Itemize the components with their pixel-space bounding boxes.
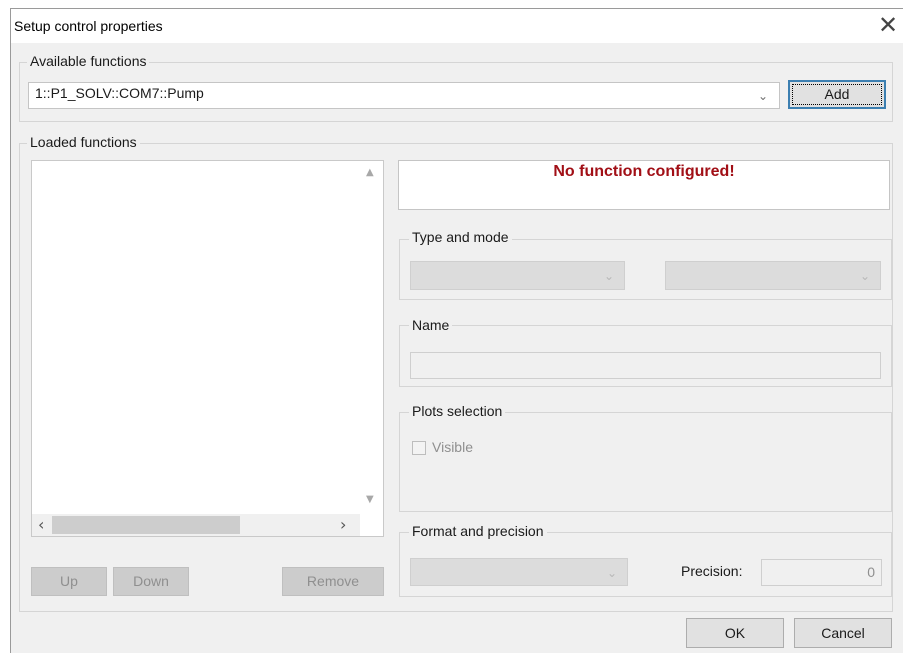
precision-label: Precision: [681,563,743,579]
scroll-left-icon[interactable]: ‹ [38,515,44,534]
precision-value: 0 [867,564,875,580]
close-icon[interactable]: ✕ [876,13,900,38]
format-precision-legend: Format and precision [409,523,547,539]
cancel-button[interactable]: Cancel [794,618,892,648]
format-select[interactable]: ⌄ [410,558,628,586]
chevron-down-icon: ⌄ [859,269,871,283]
ok-button[interactable]: OK [686,618,784,648]
loaded-functions-list[interactable] [31,160,384,537]
visible-label: Visible [432,439,473,455]
type-mode-legend: Type and mode [409,229,512,245]
name-legend: Name [409,317,453,333]
chevron-down-icon: ⌄ [606,566,618,580]
available-functions-legend: Available functions [27,53,150,69]
up-button-label: Up [60,573,78,589]
scroll-up-icon[interactable]: ▲ [366,167,374,178]
precision-input[interactable]: 0 [761,559,882,586]
remove-button[interactable]: Remove [282,567,384,596]
horizontal-scroll-thumb[interactable] [52,516,240,534]
chevron-down-icon: ⌄ [603,269,615,283]
down-button-label: Down [133,573,169,589]
down-button[interactable]: Down [113,567,189,596]
dialog-title: Setup control properties [14,18,163,34]
available-functions-select[interactable]: 1::P1_SOLV::COM7::Pump ⌄ [28,82,780,109]
scroll-right-icon[interactable]: › [340,515,346,534]
chevron-down-icon: ⌄ [757,89,769,103]
type-select[interactable]: ⌄ [410,261,625,290]
add-button-label: Add [824,86,850,102]
visible-checkbox[interactable] [412,441,426,455]
ok-button-label: OK [724,625,746,641]
mode-select[interactable]: ⌄ [665,261,881,290]
status-message: No function configured! [553,163,735,180]
plots-selection-group [399,412,892,512]
name-input[interactable] [410,352,881,379]
plots-selection-legend: Plots selection [409,403,506,419]
up-button[interactable]: Up [31,567,107,596]
scroll-down-icon[interactable]: ▼ [366,494,374,505]
available-functions-value: 1::P1_SOLV::COM7::Pump [35,85,204,101]
remove-button-label: Remove [306,573,360,589]
vertical-scrollbar[interactable] [360,161,383,514]
add-button[interactable]: Add [788,80,886,109]
cancel-button-label: Cancel [821,625,865,641]
loaded-functions-legend: Loaded functions [27,134,140,150]
